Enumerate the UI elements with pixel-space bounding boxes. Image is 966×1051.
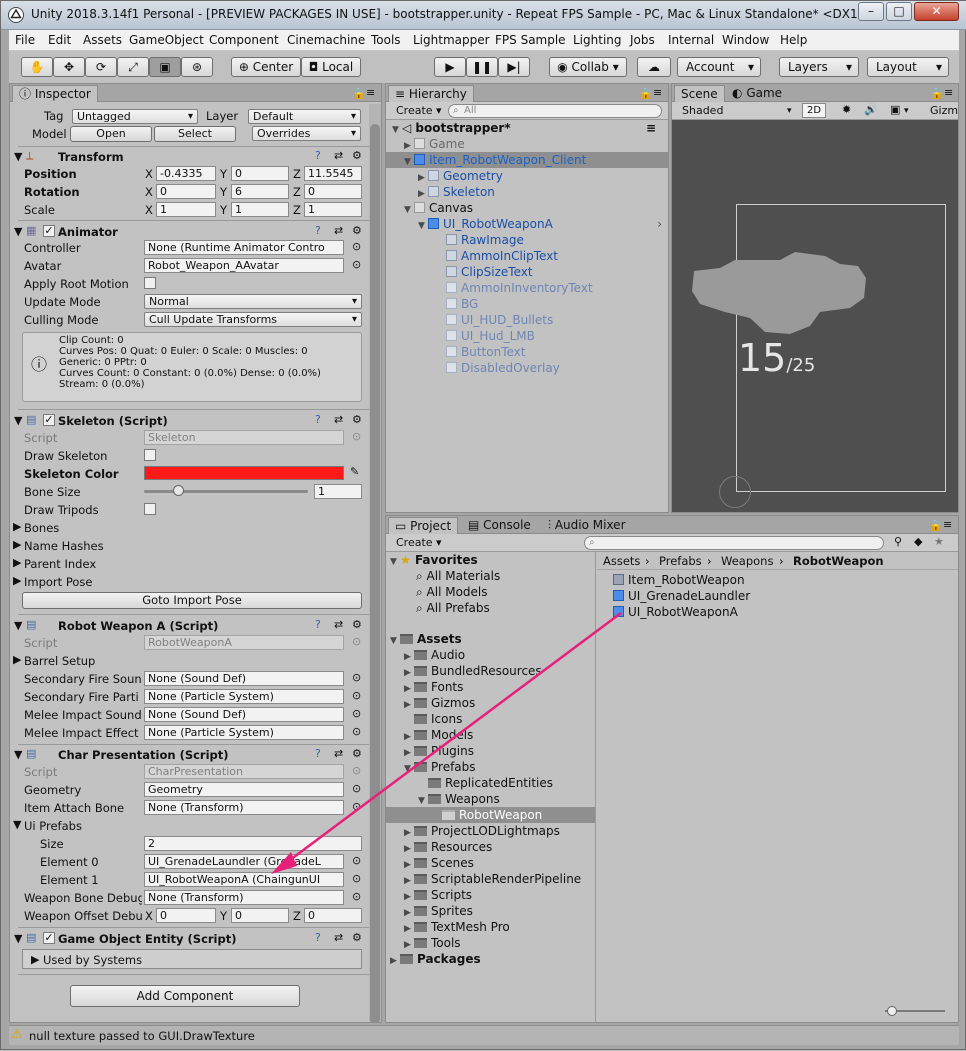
status-bar: ⚠ null texture passed to GUI.DrawTexture [9, 1025, 959, 1045]
warning-icon: ⚠ [11, 1027, 23, 1042]
unity-editor-window: Unity 2018.3.14f1 Personal - [PREVIEW PA… [0, 0, 966, 1050]
status-message[interactable]: null texture passed to GUI.DrawTexture [29, 1029, 255, 1043]
drag-annotation-arrow [271, 611, 622, 874]
